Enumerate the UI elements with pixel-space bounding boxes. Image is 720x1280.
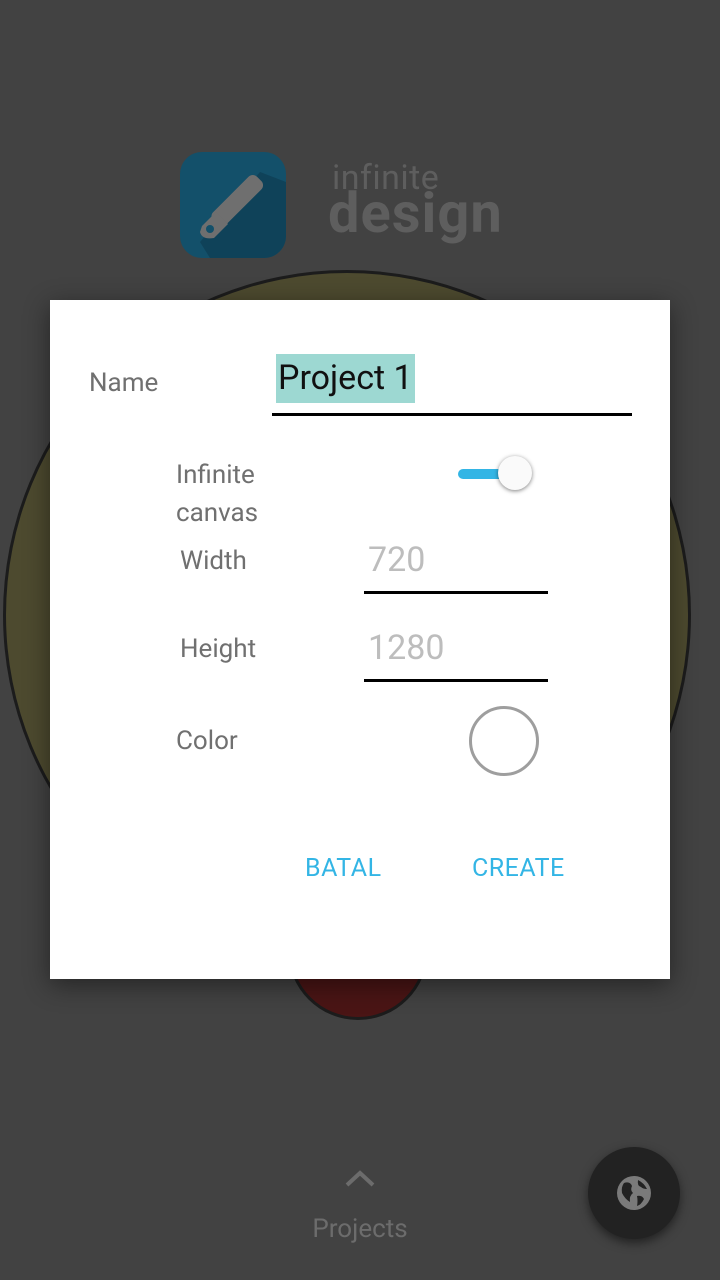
infinite-canvas-label-line2: canvas xyxy=(176,498,259,528)
width-input[interactable]: 720 xyxy=(364,540,548,594)
logo-text-design: design xyxy=(328,180,503,246)
create-button[interactable]: CREATE xyxy=(472,854,565,883)
app-logo-icon xyxy=(180,152,286,258)
name-input-value[interactable]: Project 1 xyxy=(276,354,415,403)
color-picker-swatch[interactable] xyxy=(469,706,539,776)
name-input[interactable]: Project 1 xyxy=(272,354,632,416)
infinite-canvas-toggle[interactable] xyxy=(458,456,534,492)
infinite-canvas-label-line1: Infinite xyxy=(176,460,255,490)
width-label: Width xyxy=(180,546,247,576)
new-project-dialog: Name Project 1 Infinite canvas Width 720… xyxy=(50,300,670,979)
width-input-hint: 720 xyxy=(368,540,426,580)
height-input-hint: 1280 xyxy=(368,628,445,668)
height-label: Height xyxy=(180,634,257,664)
height-input[interactable]: 1280 xyxy=(364,628,548,682)
globe-fab-button[interactable] xyxy=(588,1147,680,1239)
chevron-up-icon[interactable] xyxy=(344,1168,376,1188)
cancel-button[interactable]: BATAL xyxy=(305,854,382,883)
color-label: Color xyxy=(176,726,238,756)
globe-icon xyxy=(617,1176,651,1210)
toggle-thumb xyxy=(498,456,532,490)
name-label: Name xyxy=(89,368,159,398)
infinite-canvas-label: Infinite canvas xyxy=(176,456,258,532)
